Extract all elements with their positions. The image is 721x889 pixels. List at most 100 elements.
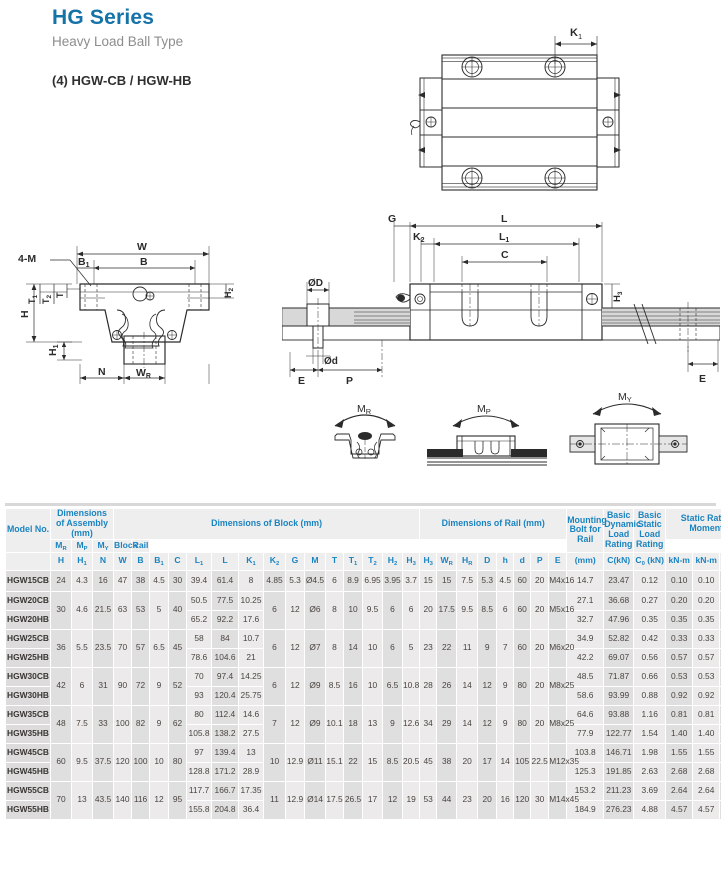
- cell-rail: 15: [419, 569, 438, 592]
- cell-block-var: 139.4: [211, 742, 240, 763]
- cell-moment-my: 0.33: [692, 628, 721, 649]
- cell-rail: 80: [513, 704, 532, 744]
- symbol-mp-unit: kN-m: [692, 551, 721, 571]
- svg-text:L1: L1: [499, 231, 509, 244]
- cell-block-shared: 5: [149, 590, 170, 630]
- cell-block-shared: 38: [131, 569, 151, 592]
- cell-block-shared2: 4.85: [263, 569, 287, 592]
- cell-moment-my: 0.10: [692, 569, 721, 592]
- header-model-no: Model No.: [5, 508, 51, 553]
- cell-block-shared2: 12.9: [285, 780, 306, 820]
- cell-block-shared2: 12.9: [285, 742, 306, 782]
- cell-block-shared2: 19: [402, 780, 421, 820]
- symbol-bolt-unit: (mm): [566, 551, 605, 571]
- cell-block-shared2: 12: [285, 628, 306, 668]
- table-row: HGW45CB 60 9.5 37.5 120 100 10 80 97 139.4 13 10 12.…: [5, 742, 721, 782]
- header-dimensions-rail: Dimensions of Rail (mm): [419, 508, 568, 540]
- cell-block-var: 61.4: [211, 569, 240, 592]
- cell-model-no: HGW25CB: [5, 628, 51, 649]
- cell-moment-mr: 0.56: [633, 647, 667, 668]
- cell-moment-mr: 1.16: [633, 704, 667, 725]
- symbol-H1: H1: [71, 551, 93, 571]
- cell-mounting-bolt: M6x20: [548, 628, 574, 668]
- cell-assembly: 60: [50, 742, 72, 782]
- cell-block-var: 77.5: [211, 590, 240, 611]
- svg-text:H1: H1: [47, 344, 60, 356]
- cell-moment-mr: 3.69: [633, 780, 667, 801]
- cell-rail: 20: [530, 628, 550, 668]
- cell-block-var: 204.8: [211, 799, 240, 820]
- svg-text:P: P: [346, 375, 353, 387]
- cell-model-no: HGW20HB: [5, 609, 51, 630]
- cell-model-no: HGW25HB: [5, 647, 51, 668]
- cell-assembly: 5.5: [71, 628, 93, 668]
- header-mounting-bolt: Mounting Bolt for Rail: [566, 508, 607, 553]
- cell-rail: 17: [477, 742, 498, 782]
- cell-moment-mr: 0.35: [633, 609, 667, 630]
- cell-rail: 22: [436, 628, 458, 668]
- cell-block-shared: 95: [168, 780, 188, 820]
- cell-block-shared2: 18: [343, 704, 364, 744]
- cell-block-shared: 62: [168, 704, 188, 744]
- cell-moment-my: 2.68: [692, 761, 721, 782]
- svg-text:H2: H2: [223, 288, 235, 299]
- cell-moment-mp: 0.20: [665, 590, 694, 611]
- cell-moment-mp: 1.40: [665, 723, 694, 744]
- cell-block-shared2: 6: [382, 628, 404, 668]
- cell-assembly: 23.5: [91, 628, 115, 668]
- cell-block-var: 17.35: [238, 780, 265, 801]
- cell-block-shared: 47: [113, 569, 133, 592]
- moment-diagrams: MR MP MY: [305, 392, 720, 480]
- cell-rail: 14: [496, 742, 515, 782]
- header-static-rated-moment: Static RatedMoment: [665, 508, 721, 540]
- cell-block-shared2: Ø7: [304, 628, 327, 668]
- cell-assembly: 70: [50, 780, 72, 820]
- cell-rail: 28: [419, 666, 438, 706]
- cell-rail: 20: [530, 569, 550, 592]
- cell-block-shared: 45: [168, 628, 188, 668]
- cell-moment-my: 1.40: [692, 723, 721, 744]
- cell-block-var: 80: [186, 704, 213, 725]
- svg-text:H3: H3: [612, 291, 624, 302]
- page-header: HG Series Heavy Load Ball Type (4) HGW-C…: [52, 6, 192, 88]
- yaw-moment-diagram: [569, 403, 688, 465]
- cell-static-load: 23.47: [603, 569, 635, 592]
- symbol-E: E: [548, 551, 568, 571]
- cell-block-var: 21: [238, 647, 265, 668]
- cell-mounting-bolt: M5x16: [548, 590, 574, 630]
- cell-rail: 105: [513, 742, 532, 782]
- cell-moment-mp: 2.68: [665, 761, 694, 782]
- cell-moment-mp: 0.57: [665, 647, 694, 668]
- cell-block-var: 155.8: [186, 799, 213, 820]
- symbol-D: D: [477, 551, 498, 571]
- cell-block-shared: 52: [168, 666, 188, 706]
- cell-block-shared2: 7: [263, 704, 287, 744]
- page-title: HG Series: [52, 6, 155, 29]
- symbol-K2: K2: [263, 551, 287, 571]
- cell-block-shared: 53: [131, 590, 151, 630]
- cell-block-var: 120.4: [211, 685, 240, 706]
- symbol-H3-block: H3: [402, 551, 421, 571]
- cell-rail: 60: [513, 628, 532, 668]
- cell-moment-mr: 1.98: [633, 742, 667, 763]
- cell-assembly: 16: [91, 569, 115, 592]
- cell-rail: 60: [513, 590, 532, 630]
- cell-rail: 7.5: [456, 569, 479, 592]
- table-group-header-row: Model No. Dimensions of Assembly (mm) Dime…: [5, 508, 721, 553]
- cell-block-shared2: 8.5: [325, 666, 345, 706]
- svg-text:WR: WR: [136, 367, 151, 380]
- cell-model-no: HGW45CB: [5, 742, 51, 763]
- cell-mounting-bolt: M4x16: [548, 569, 574, 592]
- cell-block-var: 97.4: [211, 666, 240, 687]
- svg-text:N: N: [98, 366, 106, 378]
- svg-text:K: K: [570, 27, 578, 39]
- cell-block-shared2: 13: [362, 704, 384, 744]
- symbol-static-unit: C0 (kN): [633, 551, 667, 571]
- symbol-M: M: [304, 551, 327, 571]
- cell-static-load: 36.68: [603, 590, 635, 611]
- cell-block-shared2: 6: [382, 590, 404, 630]
- cell-block-shared2: Ø6: [304, 590, 327, 630]
- cell-block-shared: 40: [168, 590, 188, 630]
- symbol-H2: H2: [382, 551, 404, 571]
- cell-rail: 60: [513, 569, 532, 592]
